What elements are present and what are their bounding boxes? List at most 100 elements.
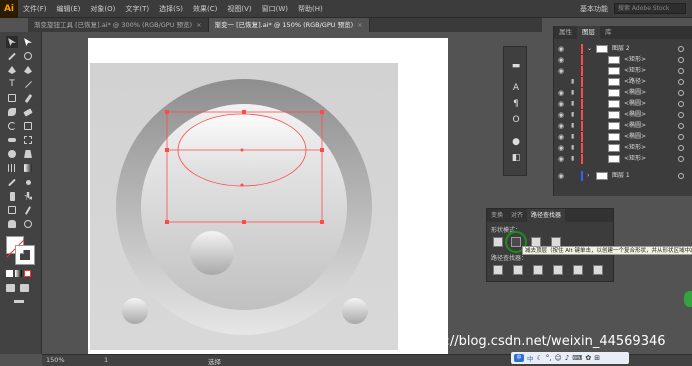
draw-mode-icon[interactable]	[6, 284, 15, 292]
line-tool-icon[interactable]	[22, 78, 34, 90]
target-circle-icon[interactable]	[678, 112, 684, 118]
scale-tool-icon[interactable]	[22, 120, 34, 132]
unite-button[interactable]	[493, 237, 503, 247]
opentype-icon[interactable]: O	[510, 115, 522, 125]
keyboard-icon[interactable]: ⌨	[572, 354, 582, 362]
width-tool-icon[interactable]	[6, 134, 18, 146]
trim-button[interactable]	[513, 265, 523, 275]
layer-row[interactable]: ◉ ▮ <椭圆>	[554, 132, 692, 142]
menu-window[interactable]: 窗口(W)	[257, 4, 293, 14]
layer-row[interactable]: ◉ ⌄ 图层 2	[554, 44, 692, 54]
paragraph-icon[interactable]: ¶	[510, 99, 522, 109]
gradient-tool-icon[interactable]	[22, 162, 34, 174]
artboard-tool-icon[interactable]	[6, 204, 18, 216]
target-circle-icon[interactable]	[678, 101, 684, 107]
type-tool-icon[interactable]: T	[6, 78, 18, 90]
edit-toolbar-icon[interactable]	[14, 300, 24, 303]
menu-grid-icon[interactable]: ⊞	[594, 354, 600, 362]
gradient-mode-icon[interactable]	[15, 270, 22, 277]
tab-transform[interactable]: 变换	[487, 209, 507, 222]
rectangle-tool-icon[interactable]	[6, 92, 18, 104]
tab-align[interactable]: 对齐	[507, 209, 527, 222]
lock-icon[interactable]: ▮	[571, 144, 577, 152]
menu-type[interactable]: 文字(T)	[120, 4, 154, 14]
column-graph-tool-icon[interactable]	[22, 190, 34, 202]
artboard-number[interactable]: 1	[104, 356, 108, 364]
visibility-eye-icon[interactable]: ◉	[558, 67, 566, 75]
target-circle-icon[interactable]	[678, 79, 684, 85]
floating-assistant-icon[interactable]	[684, 291, 692, 307]
menu-view[interactable]: 视图(V)	[222, 4, 256, 14]
status-mode[interactable]: 选择	[208, 356, 221, 366]
microphone-icon[interactable]: ♪	[565, 354, 569, 362]
slice-tool-icon[interactable]	[22, 204, 34, 216]
layer-row[interactable]: ◉ › 图层 1	[554, 171, 692, 181]
lock-icon[interactable]: ▮	[571, 155, 577, 163]
divide-button[interactable]	[493, 265, 503, 275]
moon-icon[interactable]: ☾	[537, 354, 543, 362]
layer-row[interactable]: ◉ <矩形>	[554, 55, 692, 65]
lock-icon[interactable]: ▮	[571, 78, 577, 86]
curvature-tool-icon[interactable]	[22, 64, 34, 76]
chevron-down-icon[interactable]: ⌄	[587, 45, 592, 52]
mesh-tool-icon[interactable]	[6, 162, 18, 174]
target-circle-icon[interactable]	[678, 156, 684, 162]
canvas-area[interactable]	[42, 32, 542, 354]
visibility-eye-icon[interactable]: ◉	[558, 89, 566, 97]
selection-tool-icon[interactable]	[6, 36, 18, 48]
visibility-eye-icon[interactable]: ◉	[558, 172, 566, 180]
eyedropper-tool-icon[interactable]	[6, 176, 18, 188]
graphic-styles-icon[interactable]: ◧	[510, 153, 522, 163]
tab-layers[interactable]: 图层	[577, 26, 600, 39]
menu-edit[interactable]: 编辑(E)	[52, 4, 86, 14]
color-mode-icon[interactable]	[6, 270, 13, 277]
free-transform-tool-icon[interactable]	[22, 134, 34, 146]
layer-row[interactable]: ◉ ▮ <矩形>	[554, 143, 692, 153]
target-circle-icon[interactable]	[678, 57, 684, 63]
target-circle-icon[interactable]	[678, 134, 684, 140]
target-circle-icon[interactable]	[678, 173, 684, 179]
target-circle-icon[interactable]	[678, 145, 684, 151]
visibility-eye-icon[interactable]: ◉	[558, 100, 566, 108]
visibility-eye-icon[interactable]: ◉	[558, 144, 566, 152]
workspace-switcher[interactable]: 基本功能	[580, 4, 608, 14]
layer-row[interactable]: ◉ ▮ <椭圆>	[554, 99, 692, 109]
target-circle-icon[interactable]	[678, 68, 684, 74]
smiley-icon[interactable]: ☺	[555, 354, 562, 362]
shape-builder-tool-icon[interactable]	[6, 148, 18, 160]
visibility-eye-icon[interactable]: ◉	[558, 56, 566, 64]
layer-row[interactable]: ◉ ▮ <椭圆>	[554, 88, 692, 98]
skin-icon[interactable]: ✿	[585, 354, 591, 362]
target-circle-icon[interactable]	[678, 46, 684, 52]
menu-object[interactable]: 对象(O)	[85, 4, 120, 14]
zoom-level[interactable]: 150%	[46, 356, 65, 364]
stock-search-input[interactable]: 搜索 Adobe Stock	[614, 3, 686, 14]
visibility-eye-icon[interactable]: ◉	[558, 155, 566, 163]
lock-icon[interactable]: ▮	[571, 122, 577, 130]
tab-properties[interactable]: 属性	[554, 26, 577, 39]
layer-row[interactable]: ▮ <路径>	[554, 77, 692, 87]
punctuation-icon[interactable]: °,	[546, 354, 552, 362]
ime-logo[interactable]: 中	[514, 354, 524, 362]
menu-effect[interactable]: 效果(C)	[188, 4, 222, 14]
close-icon[interactable]: ×	[357, 21, 362, 29]
visibility-eye-icon[interactable]: ◉	[558, 122, 566, 130]
visibility-eye-icon[interactable]: ◉	[558, 133, 566, 141]
rotate-tool-icon[interactable]	[6, 120, 18, 132]
layer-row[interactable]: ◉ <矩形>	[554, 66, 692, 76]
target-circle-icon[interactable]	[678, 123, 684, 129]
blend-tool-icon[interactable]	[22, 176, 34, 188]
pen-tool-icon[interactable]	[6, 64, 18, 76]
swatches-icon[interactable]: ▬	[510, 61, 522, 71]
artboard[interactable]	[88, 38, 448, 354]
crop-button[interactable]	[553, 265, 563, 275]
character-icon[interactable]: A	[510, 83, 522, 93]
none-mode-icon[interactable]	[24, 270, 31, 277]
stroke-swatch[interactable]	[15, 245, 35, 265]
target-circle-icon[interactable]	[678, 90, 684, 96]
visibility-eye-icon[interactable]: ◉	[558, 111, 566, 119]
eraser-tool-icon[interactable]	[22, 106, 34, 118]
lasso-tool-icon[interactable]	[22, 50, 34, 62]
layer-row[interactable]: ◉ ▮ <椭圆>	[554, 121, 692, 131]
minus-back-button[interactable]	[593, 265, 603, 275]
